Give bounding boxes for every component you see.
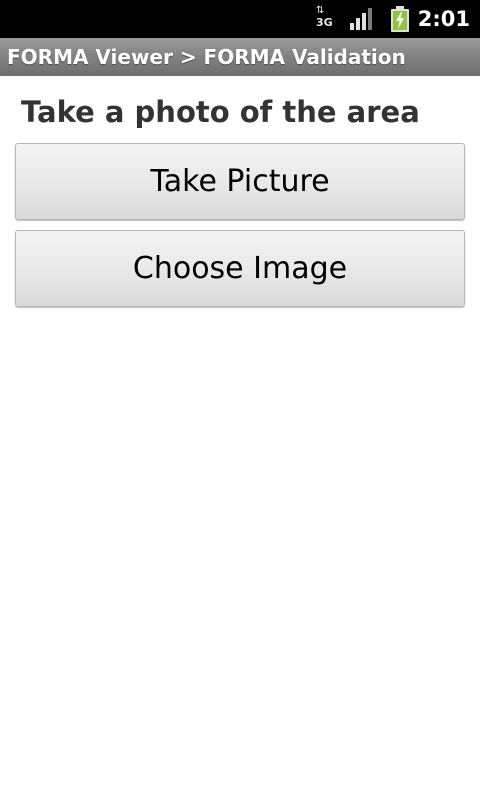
choose-image-button[interactable]: Choose Image (15, 230, 465, 307)
data-arrows: ⇅ (316, 5, 324, 16)
battery-charging-icon (391, 6, 409, 32)
title-bar: FORMA Viewer > FORMA Validation (0, 38, 480, 76)
signal-strength-icon (350, 8, 372, 30)
prompt-heading: Take a photo of the area (21, 95, 420, 129)
take-picture-button[interactable]: Take Picture (15, 143, 465, 220)
network-type-label: 3G (316, 16, 333, 29)
status-bar: ⇅ 3G 2:01 (0, 0, 480, 38)
window-title: FORMA Viewer > FORMA Validation (7, 45, 406, 69)
status-time: 2:01 (417, 7, 470, 31)
data-activity-icon: ⇅ 3G (314, 6, 334, 30)
